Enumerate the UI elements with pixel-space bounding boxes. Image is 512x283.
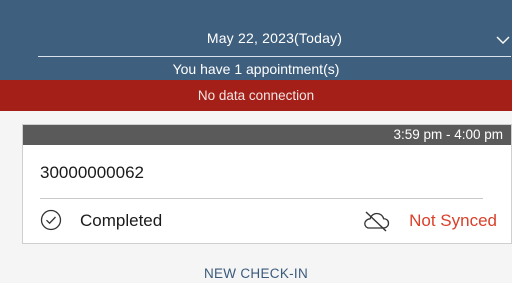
appointment-id: 30000000062 [40,163,145,182]
appointment-card[interactable]: 3:59 pm - 4:00 pm 30000000062 Completed … [22,124,512,244]
sync-status: Not Synced [409,211,497,230]
chevron-down-icon[interactable] [495,32,511,48]
cloud-off-icon [364,211,390,232]
header-bar: May 22, 2023(Today) You have 1 appointme… [0,0,512,80]
date-selector[interactable]: May 22, 2023(Today) [38,22,511,57]
appointment-time: 3:59 pm - 4:00 pm [23,125,511,145]
check-circle-icon [40,209,62,231]
date-label: May 22, 2023(Today) [206,30,343,46]
new-checkin-button[interactable]: NEW CHECK-IN [0,266,512,281]
status-label: Completed [80,211,163,230]
card-divider [40,198,483,199]
appointment-count: You have 1 appointment(s) [172,61,340,77]
no-data-banner: No data connection [0,80,512,111]
